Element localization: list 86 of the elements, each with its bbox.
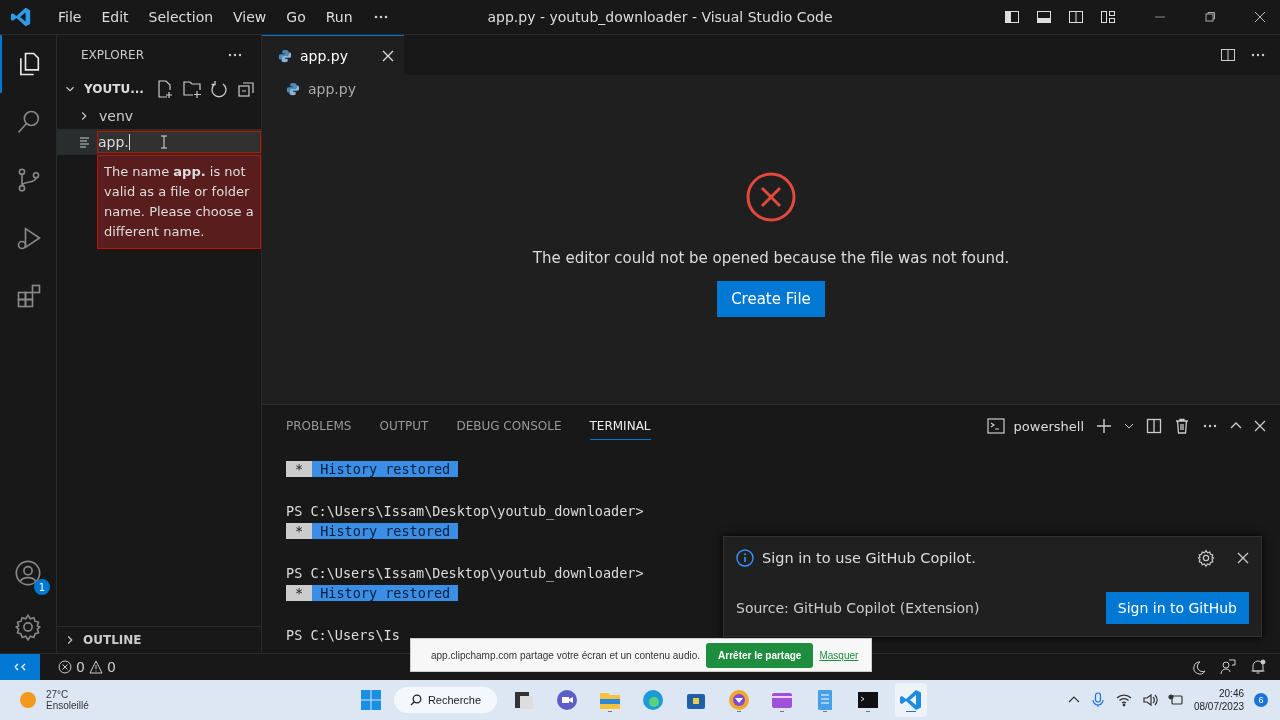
- notification-source: Source: GitHub Copilot (Extension): [736, 599, 980, 616]
- panel-tab[interactable]: TERMINAL: [589, 412, 651, 440]
- sign-in-button[interactable]: Sign in to GitHub: [1105, 591, 1249, 624]
- hide-link[interactable]: Masquer: [819, 649, 859, 661]
- refresh-icon[interactable]: [208, 79, 229, 99]
- remote-indicator[interactable]: [0, 653, 40, 681]
- sidebar-title: EXPLORER: [81, 48, 144, 62]
- terminal-shell-label[interactable]: powershell: [1013, 418, 1084, 434]
- clock[interactable]: 20:46 08/07/2023: [1193, 687, 1244, 713]
- close-icon[interactable]: [1254, 420, 1266, 432]
- vscode-app-icon[interactable]: [895, 683, 928, 717]
- split-layout-icon[interactable]: [1068, 9, 1084, 25]
- rename-field[interactable]: app.: [97, 131, 261, 153]
- notification-badge: 1: [34, 579, 50, 595]
- file-icon: [79, 136, 91, 148]
- error-icon: [58, 660, 72, 674]
- editor-tab[interactable]: app.py: [262, 35, 404, 75]
- remote-icon: [14, 661, 26, 673]
- layout-icon[interactable]: [1100, 9, 1116, 25]
- menu-item[interactable]: Run: [315, 9, 363, 25]
- terminal-output: History restored: [312, 461, 459, 478]
- error-icon: [745, 170, 797, 223]
- problems-indicator[interactable]: 0 0: [54, 659, 120, 675]
- toggle-sidebar-icon[interactable]: [1004, 9, 1020, 25]
- terminal-icon: [985, 416, 1006, 436]
- notification-badge[interactable]: 6: [1254, 693, 1268, 707]
- menu-item[interactable]: View: [223, 9, 277, 25]
- window-title: app.py - youtub_downloader - Visual Studio Code: [486, 9, 834, 25]
- terminal-prompt: PS C:\Users\Is: [286, 626, 400, 643]
- chevron-down-icon[interactable]: [1124, 421, 1134, 431]
- python-file-icon: [286, 82, 300, 96]
- notification-message: Sign in to use GitHub Copilot.: [762, 550, 976, 567]
- stop-sharing-button[interactable]: Arrêter le partage: [706, 642, 814, 668]
- toggle-panel-icon[interactable]: [1036, 9, 1052, 25]
- battery-icon[interactable]: [1167, 692, 1184, 708]
- menu-item[interactable]: File: [48, 9, 92, 25]
- terminal-prompt: PS C:\Users\Issam\Desktop\youtub_downloader>: [286, 564, 644, 581]
- warning-icon: [88, 660, 103, 674]
- python-file-icon: [278, 48, 292, 63]
- wifi-icon[interactable]: [1115, 692, 1132, 708]
- close-icon[interactable]: [1237, 552, 1249, 565]
- create-file-button[interactable]: Create File: [717, 280, 825, 317]
- feedback-icon[interactable]: [1220, 659, 1236, 675]
- start-icon[interactable]: [358, 688, 383, 712]
- menu-item[interactable]: Go: [276, 9, 316, 25]
- volume-icon[interactable]: [1141, 692, 1158, 708]
- trash-icon[interactable]: [1174, 418, 1190, 434]
- weather-condition: Ensoleillé: [46, 700, 89, 711]
- taskbar-search[interactable]: Recherche: [393, 687, 498, 713]
- new-folder-icon[interactable]: [181, 79, 202, 99]
- moon-icon[interactable]: [1190, 659, 1206, 675]
- microphone-icon[interactable]: [1089, 692, 1106, 708]
- split-editor-icon[interactable]: [1220, 47, 1236, 63]
- collapse-icon[interactable]: [235, 79, 256, 99]
- sun-icon: [18, 690, 38, 710]
- panel-tab[interactable]: OUTPUT: [379, 412, 429, 440]
- share-message: app.clipchamp.com partage votre écran et un contenu audio.: [431, 649, 701, 661]
- panel-tab[interactable]: DEBUG CONSOLE: [456, 412, 562, 440]
- menu-item[interactable]: Edit: [91, 9, 139, 25]
- search-icon: [409, 694, 422, 706]
- text-cursor-icon: [160, 135, 168, 149]
- close-icon[interactable]: [1254, 11, 1266, 23]
- folder-name[interactable]: YOUTU...: [84, 82, 144, 96]
- breadcrumb[interactable]: app.py: [262, 75, 1280, 103]
- terminal-marker: *: [286, 523, 313, 540]
- settings-icon[interactable]: [1197, 549, 1215, 568]
- panel-tab[interactable]: PROBLEMS: [286, 412, 352, 440]
- restore-icon[interactable]: [1204, 11, 1216, 23]
- menu-item[interactable]: Selection: [138, 9, 224, 25]
- terminal-output: History restored: [312, 523, 459, 540]
- error-message: The editor could not be opened because the file was not found.: [532, 248, 1010, 267]
- validation-message: The name app. is not valid as a file or folder name. Please choose a different name.: [97, 155, 261, 249]
- terminal-prompt: PS C:\Users\Issam\Desktop\youtub_downloader>: [286, 502, 644, 519]
- info-icon: [736, 549, 754, 568]
- folder-item[interactable]: venv: [57, 103, 261, 129]
- bell-icon[interactable]: [1250, 659, 1266, 675]
- temperature: 27°C: [46, 689, 70, 700]
- settings-icon[interactable]: [14, 613, 42, 641]
- plus-icon[interactable]: [1096, 418, 1112, 434]
- terminal-marker: *: [286, 461, 313, 478]
- terminal-output: History restored: [312, 585, 459, 602]
- account-icon[interactable]: [14, 559, 42, 587]
- terminal-marker: *: [286, 585, 313, 602]
- app-logo-icon: [10, 6, 32, 28]
- split-terminal-icon[interactable]: [1146, 418, 1162, 434]
- close-icon[interactable]: [382, 49, 394, 62]
